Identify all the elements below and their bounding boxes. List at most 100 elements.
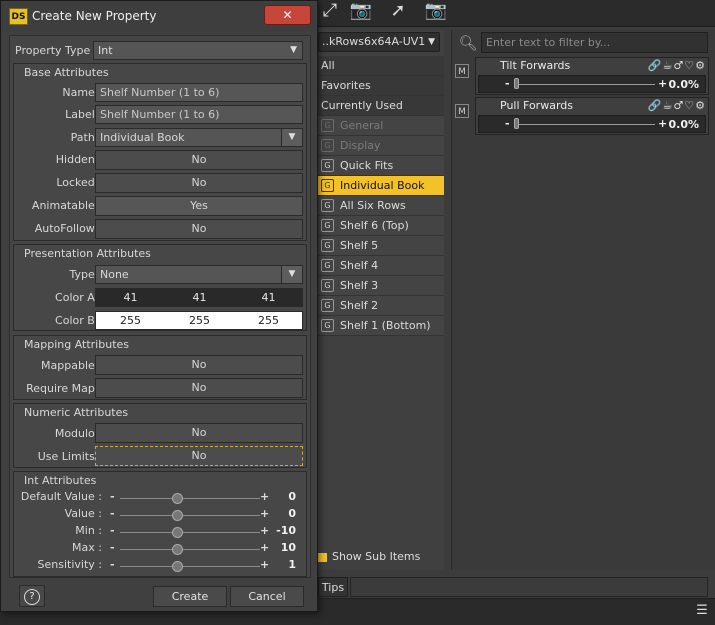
decrement-button[interactable]: - <box>110 507 115 520</box>
decrement-button[interactable]: - <box>110 541 115 554</box>
animatable-toggle[interactable]: Yes <box>95 196 303 216</box>
hidden-toggle[interactable]: No <box>95 150 303 170</box>
group-item-currently-used[interactable]: Currently Used <box>318 96 444 116</box>
group-item-favorites[interactable]: Favorites <box>318 76 444 96</box>
property-slider[interactable]: - + 0.0% <box>478 115 706 133</box>
modulo-toggle[interactable]: No <box>95 423 303 443</box>
search-icon[interactable]: 🔍︎ <box>457 33 479 53</box>
group-item-individual-book[interactable]: G Individual Book <box>318 176 444 196</box>
help-button[interactable]: ? <box>19 585 45 607</box>
max-value[interactable]: 10 <box>281 541 296 554</box>
property-type-select[interactable]: Int ▼ <box>93 41 303 60</box>
node-selector-value: ..kRows6x64A-UV1 <box>322 35 426 48</box>
path-label: Path : <box>70 131 102 144</box>
sensitivity-value[interactable]: 1 <box>288 558 296 571</box>
hidden-label: Hidden : <box>55 153 102 166</box>
slider-handle[interactable] <box>172 561 183 572</box>
tab-tips[interactable]: Tips <box>318 577 348 597</box>
group-label: Individual Book <box>340 179 425 192</box>
color-a-field[interactable]: 41 41 41 <box>95 288 303 307</box>
group-label: Shelf 3 <box>340 279 379 292</box>
group-item-shelf-3[interactable]: G Shelf 3 <box>318 276 444 296</box>
dialog-title: Create New Property <box>32 9 157 23</box>
property-value[interactable]: 0.0% <box>668 118 699 131</box>
presentation-attributes-section: Presentation Attributes Type : None ▼ Co… <box>13 244 307 331</box>
morph-badge-icon: M <box>455 64 469 78</box>
group-item-shelf-1[interactable]: G Shelf 1 (Bottom) <box>318 316 444 336</box>
group-item-all-six-rows[interactable]: G All Six Rows <box>318 196 444 216</box>
node-selector-dropdown[interactable]: ..kRows6x64A-UV1 ▼ <box>318 32 440 52</box>
value-value[interactable]: 0 <box>288 507 296 520</box>
property-options-icons[interactable]: 🔗☕♂♡⚙ <box>648 99 706 112</box>
locked-toggle[interactable]: No <box>95 173 303 193</box>
mappable-label: Mappable : <box>41 359 102 372</box>
use-limits-toggle[interactable]: No <box>95 446 303 466</box>
color-b-green[interactable]: 255 <box>165 312 234 329</box>
type-select[interactable]: None ▼ <box>95 265 303 284</box>
property-options-icons[interactable]: 🔗☕♂♡⚙ <box>648 59 706 72</box>
group-item-shelf-6[interactable]: G Shelf 6 (Top) <box>318 216 444 236</box>
color-a-red[interactable]: 41 <box>96 289 165 306</box>
min-value[interactable]: -10 <box>276 524 296 537</box>
group-item-all[interactable]: All <box>318 56 444 76</box>
color-b-blue[interactable]: 255 <box>234 312 303 329</box>
group-item-quick-fits[interactable]: G Quick Fits <box>318 156 444 176</box>
tips-label: Tips <box>321 581 345 594</box>
slider-handle[interactable] <box>172 493 183 504</box>
camera-add-icon[interactable]: 📷 <box>349 0 373 22</box>
slider-track <box>120 566 260 567</box>
increment-button[interactable]: + <box>260 507 269 520</box>
close-button[interactable]: ✕ <box>264 5 311 25</box>
pointer-tool-icon[interactable]: ➚ <box>386 0 410 22</box>
color-a-blue[interactable]: 41 <box>234 289 303 306</box>
group-item-display[interactable]: G Display <box>318 136 444 156</box>
increment-button[interactable]: + <box>658 117 667 130</box>
autofollow-toggle[interactable]: No <box>95 219 303 239</box>
color-a-green[interactable]: 41 <box>165 289 234 306</box>
group-item-shelf-5[interactable]: G Shelf 5 <box>318 236 444 256</box>
name-field[interactable]: Shelf Number (1 to 6) <box>95 83 303 102</box>
filter-input[interactable] <box>481 32 708 53</box>
animatable-label: Animatable : <box>31 199 102 212</box>
decrement-button[interactable]: - <box>505 117 510 130</box>
slider-handle[interactable] <box>514 118 519 129</box>
increment-button[interactable]: + <box>260 558 269 571</box>
transform-tool-icon[interactable]: ⤢ <box>318 0 342 22</box>
modulo-label: Modulo : <box>54 427 102 440</box>
slider-handle[interactable] <box>172 544 183 555</box>
mappable-toggle[interactable]: No <box>95 355 303 375</box>
slider-handle[interactable] <box>172 510 183 521</box>
decrement-button[interactable]: - <box>505 77 510 90</box>
group-item-shelf-2[interactable]: G Shelf 2 <box>318 296 444 316</box>
color-b-red[interactable]: 255 <box>96 312 165 329</box>
increment-button[interactable]: + <box>658 77 667 90</box>
panel-options-icon[interactable]: ☰ <box>693 603 711 619</box>
color-b-field[interactable]: 255 255 255 <box>95 311 303 330</box>
increment-button[interactable]: + <box>260 541 269 554</box>
chevron-down-icon: ▼ <box>281 266 302 283</box>
label-field[interactable]: Shelf Number (1 to 6) <box>95 105 303 124</box>
property-name: Tilt Forwards <box>500 59 571 72</box>
cancel-button[interactable]: Cancel <box>230 586 304 607</box>
increment-button[interactable]: + <box>260 524 269 537</box>
increment-button[interactable]: + <box>260 490 269 503</box>
decrement-button[interactable]: - <box>110 524 115 537</box>
render-camera-icon[interactable]: 📷 <box>424 0 448 22</box>
decrement-button[interactable]: - <box>110 490 115 503</box>
group-item-shelf-4[interactable]: G Shelf 4 <box>318 256 444 276</box>
group-label: Shelf 1 (Bottom) <box>340 319 431 332</box>
slider-track <box>120 532 260 533</box>
create-button[interactable]: Create <box>153 586 227 607</box>
group-item-general[interactable]: G General <box>318 116 444 136</box>
property-slider[interactable]: - + 0.0% <box>478 75 706 93</box>
section-title: Presentation Attributes <box>24 247 151 260</box>
slider-handle[interactable] <box>514 78 519 89</box>
default-value-value[interactable]: 0 <box>288 490 296 503</box>
require-map-toggle[interactable]: No <box>95 378 303 398</box>
morph-badge-icon: M <box>455 104 469 118</box>
path-select[interactable]: Individual Book ▼ <box>95 128 303 147</box>
decrement-button[interactable]: - <box>110 558 115 571</box>
property-value[interactable]: 0.0% <box>668 78 699 91</box>
slider-handle[interactable] <box>172 527 183 538</box>
show-sub-items-checkbox[interactable]: Show Sub Items <box>318 547 444 567</box>
